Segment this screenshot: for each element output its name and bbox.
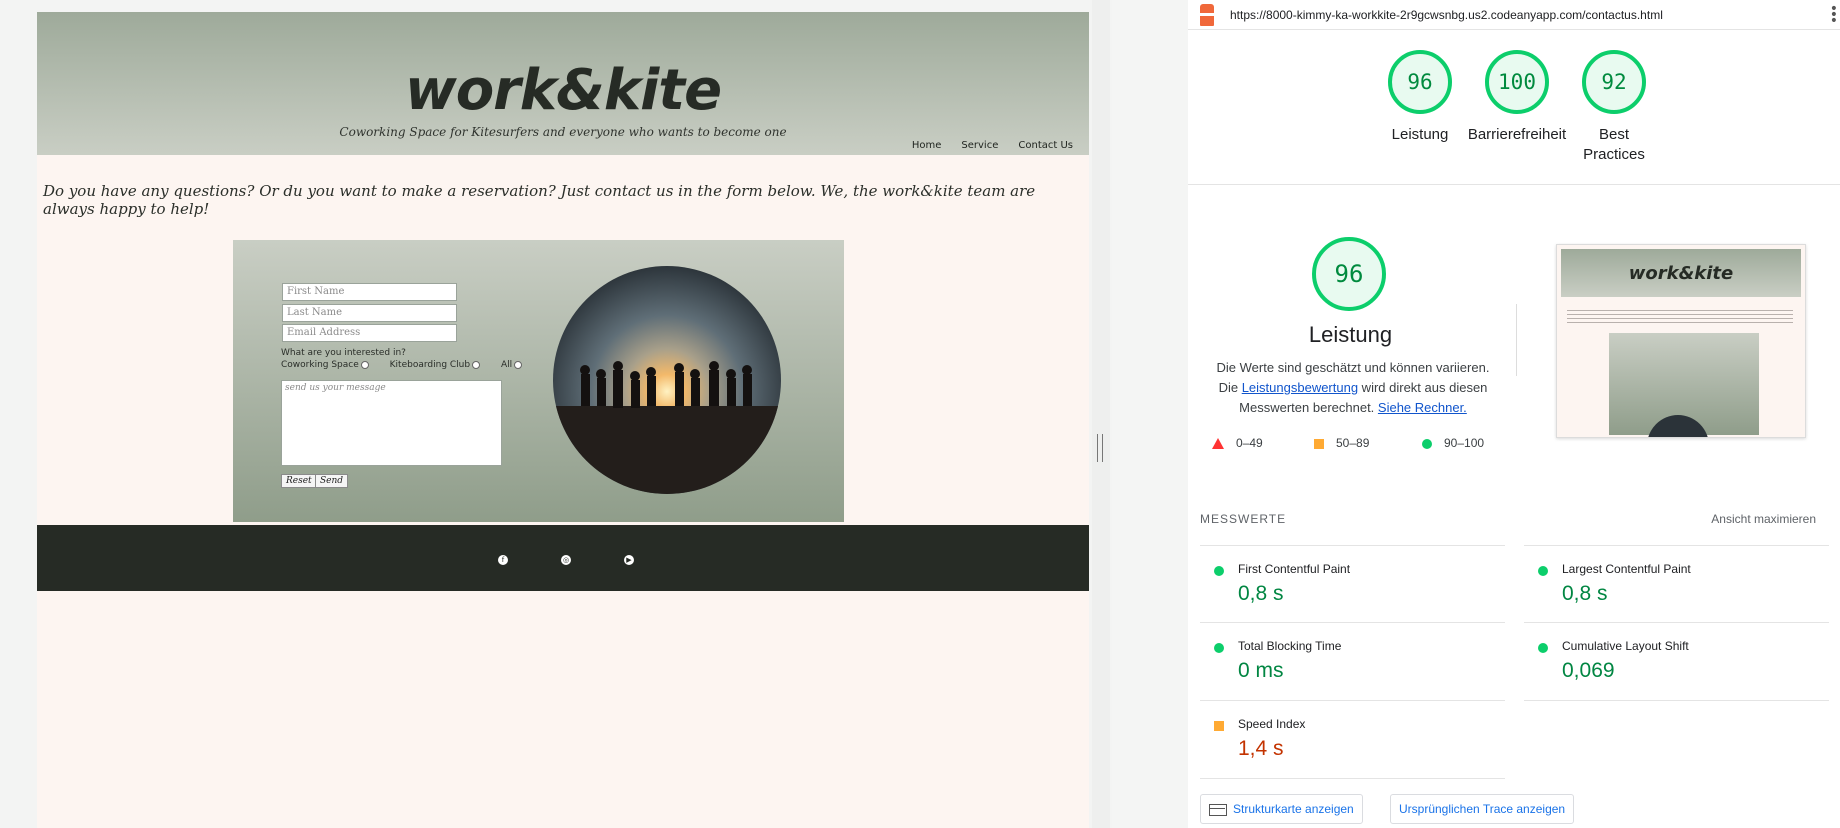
final-screenshot-thumbnail[interactable]: work&kite: [1556, 244, 1806, 438]
metric-value: 0 ms: [1238, 659, 1284, 682]
report-url-bar: https://8000-kimmy-ka-workkite-2r9gcwsnb…: [1188, 0, 1840, 30]
gauge-best-practices[interactable]: 92: [1582, 50, 1646, 114]
thumbnail-photo: [1647, 415, 1709, 437]
gauge-performance-large: 96: [1312, 237, 1386, 311]
reset-button[interactable]: Reset: [281, 474, 317, 488]
site-footer: f ◎ ▶: [37, 525, 1089, 591]
metric-tbt: Total Blocking Time 0 ms: [1200, 623, 1505, 701]
performance-title: Leistung: [1308, 322, 1393, 347]
interest-label: What are you interested in?: [281, 348, 406, 358]
view-trace-button[interactable]: Ursprünglichen Trace anzeigen: [1390, 794, 1575, 824]
message-textarea[interactable]: send us your message: [281, 380, 502, 466]
legend-fail: 0–49: [1212, 436, 1263, 450]
site-preview-viewport: work&kite Coworking Space for Kitesurfer…: [0, 0, 1112, 828]
more-menu-icon[interactable]: • • •: [1830, 2, 1838, 28]
site-tagline: Coworking Space for Kitesurfers and ever…: [339, 125, 787, 139]
legend-fail-label: 0–49: [1236, 436, 1263, 450]
panel-splitter[interactable]: [1112, 0, 1188, 828]
metric-name: First Contentful Paint: [1238, 562, 1351, 576]
gauge-best-practices-label: Best Practices: [1583, 126, 1645, 163]
interest-options: Coworking Space Kiteboarding Club All: [281, 359, 540, 371]
average-indicator-icon: [1214, 721, 1224, 731]
people-silhouettes: [553, 361, 781, 494]
nav-service[interactable]: Service: [961, 140, 998, 151]
youtube-icon[interactable]: ▶: [624, 555, 634, 565]
splitter-handle[interactable]: [1097, 434, 1103, 462]
expand-view-toggle[interactable]: Ansicht maximieren: [1711, 512, 1816, 526]
kitesurfers-photo: [553, 266, 781, 494]
gauge-accessibility[interactable]: 100: [1485, 50, 1549, 114]
good-indicator-icon: [1214, 643, 1224, 653]
good-indicator-icon: [1538, 643, 1548, 653]
send-button[interactable]: Send: [315, 474, 349, 488]
option-all-radio[interactable]: [514, 360, 523, 369]
report-url[interactable]: https://8000-kimmy-ka-workkite-2r9gcwsnb…: [1230, 8, 1663, 22]
legend-pass-label: 90–100: [1444, 436, 1485, 450]
legend-average-label: 50–89: [1336, 436, 1370, 450]
metric-value: 0,8 s: [1562, 582, 1608, 605]
metric-value: 0,8 s: [1238, 582, 1284, 605]
site-logo[interactable]: work&kite: [37, 58, 1089, 123]
option-coworking-radio[interactable]: [360, 360, 369, 369]
facebook-icon[interactable]: f: [498, 555, 508, 565]
average-square-icon: [1314, 438, 1324, 449]
vertical-separator: [1516, 304, 1517, 376]
metrics-header: MESSWERTE: [1200, 512, 1287, 526]
good-indicator-icon: [1214, 566, 1224, 576]
lighthouse-icon: [1200, 4, 1214, 26]
pass-circle-icon: [1422, 438, 1432, 449]
divider: [1188, 184, 1840, 185]
metric-cls: Cumulative Layout Shift 0,069: [1524, 623, 1829, 701]
nav-contact[interactable]: Contact Us: [1018, 140, 1073, 151]
metric-value: 1,4 s: [1238, 737, 1284, 760]
metric-name: Total Blocking Time: [1238, 639, 1342, 653]
site-header: work&kite Coworking Space for Kitesurfer…: [37, 12, 1089, 155]
last-name-input[interactable]: Last Name: [282, 304, 457, 322]
thumbnail-text: [1567, 307, 1793, 325]
metric-speed-index: Speed Index 1,4 s: [1200, 701, 1505, 779]
preview-scrollbar[interactable]: [1092, 0, 1110, 828]
metric-name: Largest Contentful Paint: [1562, 562, 1691, 576]
main-nav: Home Service Contact Us: [912, 140, 1073, 151]
intro-text: Do you have any questions? Or du you wan…: [43, 182, 1036, 218]
contact-form: First Name Last Name Email Address What …: [233, 240, 844, 522]
metric-lcp: Largest Contentful Paint 0,8 s: [1524, 545, 1829, 623]
metric-fcp: First Contentful Paint 0,8 s: [1200, 545, 1505, 623]
metric-value: 0,069: [1562, 659, 1615, 682]
email-input[interactable]: Email Address: [282, 324, 457, 342]
treemap-button[interactable]: Strukturkarte anzeigen: [1200, 794, 1363, 824]
good-indicator-icon: [1538, 566, 1548, 576]
first-name-input[interactable]: First Name: [282, 283, 457, 301]
thumbnail-form: [1609, 333, 1759, 437]
option-kiteboarding-radio[interactable]: [472, 360, 481, 369]
lighthouse-panel: https://8000-kimmy-ka-workkite-2r9gcwsnb…: [1188, 0, 1840, 828]
metric-name: Speed Index: [1238, 717, 1306, 731]
interest-question: What are you interested in? Coworking Sp…: [281, 347, 540, 371]
metric-name: Cumulative Layout Shift: [1562, 639, 1689, 653]
thumbnail-brand: work&kite: [1628, 263, 1734, 284]
performance-description: Die Werte sind geschätzt und können vari…: [1208, 358, 1498, 418]
option-kiteboarding-label: Kiteboarding Club: [389, 360, 471, 370]
fail-triangle-icon: [1212, 438, 1224, 450]
thumbnail-header: work&kite: [1561, 249, 1801, 297]
gauge-performance[interactable]: 96: [1388, 50, 1452, 114]
workkite-page: work&kite Coworking Space for Kitesurfer…: [37, 12, 1089, 828]
score-link[interactable]: Leistungsbewertung: [1242, 380, 1358, 395]
nav-home[interactable]: Home: [912, 140, 942, 151]
legend-pass: 90–100: [1422, 436, 1484, 450]
option-all-label: All: [500, 360, 513, 370]
instagram-icon[interactable]: ◎: [561, 555, 571, 565]
treemap-button-label: Strukturkarte anzeigen: [1233, 802, 1354, 816]
calculator-link[interactable]: Siehe Rechner.: [1378, 400, 1467, 415]
legend-average: 50–89: [1314, 436, 1369, 450]
option-coworking-label: Coworking Space: [281, 360, 359, 370]
treemap-icon: [1209, 803, 1227, 816]
